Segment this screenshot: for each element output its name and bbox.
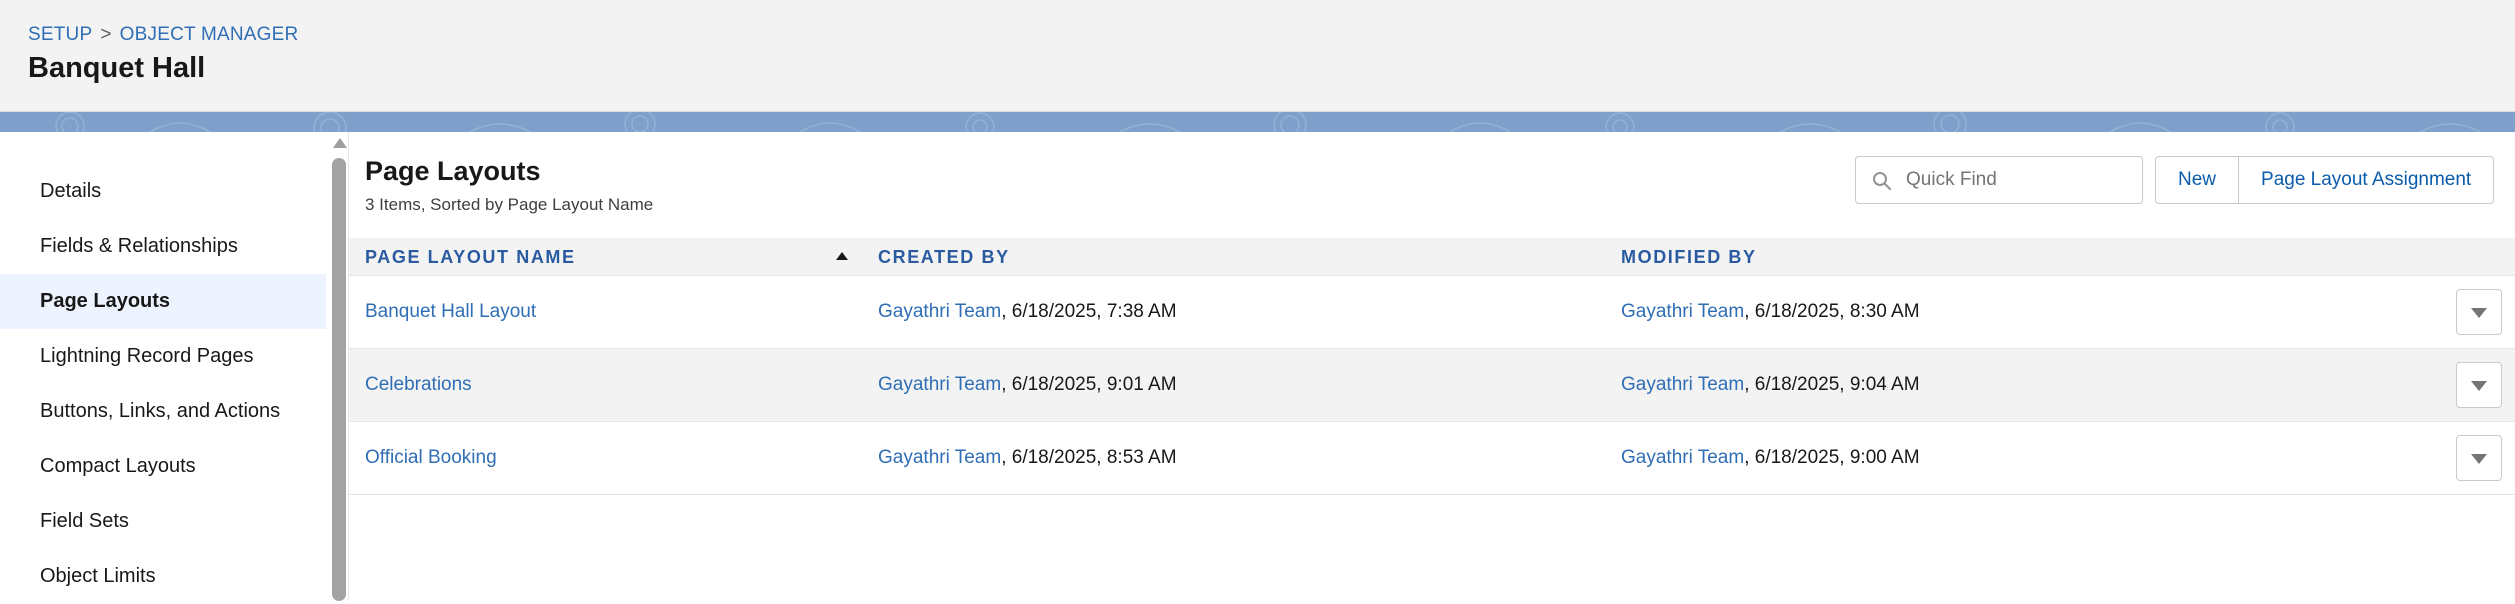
section-subtitle: 3 Items, Sorted by Page Layout Name (365, 195, 654, 214)
breadcrumb: SETUP > OBJECT MANAGER (28, 24, 298, 46)
sidebar-item-field-sets[interactable]: Field Sets (0, 494, 326, 549)
table-row: Banquet Hall Layout Gayathri Team, 6/18/… (349, 276, 2515, 349)
sidebar-list: Details Fields & Relationships Page Layo… (0, 164, 326, 604)
chevron-down-icon (2471, 381, 2487, 391)
row-actions-button[interactable] (2456, 362, 2502, 408)
page-layout-assignment-button[interactable]: Page Layout Assignment (2239, 156, 2495, 204)
modified-date: , 6/18/2025, 9:04 AM (1744, 374, 1920, 395)
breadcrumb-setup-link[interactable]: SETUP (28, 24, 92, 45)
sidebar-nav: Details Fields & Relationships Page Layo… (0, 132, 348, 601)
column-header-page-layout-name[interactable]: PAGE LAYOUT NAME (365, 238, 576, 276)
scroll-up-arrow-icon[interactable] (333, 138, 347, 148)
page-layout-name-link[interactable]: Banquet Hall Layout (365, 276, 536, 348)
created-by-user-link[interactable]: Gayathri Team (878, 447, 1001, 468)
chevron-down-icon (2471, 308, 2487, 318)
page-layout-name-link[interactable]: Official Booking (365, 422, 497, 494)
created-by-user-link[interactable]: Gayathri Team (878, 301, 1001, 322)
row-actions-button[interactable] (2456, 289, 2502, 335)
created-by-cell: Gayathri Team, 6/18/2025, 8:53 AM (878, 422, 1177, 494)
table-row: Celebrations Gayathri Team, 6/18/2025, 9… (349, 349, 2515, 422)
sidebar-item-lightning-record-pages[interactable]: Lightning Record Pages (0, 329, 326, 384)
column-header-modified-by[interactable]: MODIFIED BY (1621, 238, 1757, 276)
page-title: Banquet Hall (28, 52, 206, 84)
page-layout-name-link[interactable]: Celebrations (365, 349, 472, 421)
page-layouts-table: PAGE LAYOUT NAME CREATED BY MODIFIED BY … (349, 238, 2515, 495)
quick-find-input[interactable] (1904, 165, 2132, 195)
modified-by-user-link[interactable]: Gayathri Team (1621, 374, 1744, 395)
sidebar-item-page-layouts[interactable]: Page Layouts (0, 274, 326, 329)
created-date: , 6/18/2025, 8:53 AM (1001, 447, 1177, 468)
modified-date: , 6/18/2025, 9:00 AM (1744, 447, 1920, 468)
modified-by-user-link[interactable]: Gayathri Team (1621, 447, 1744, 468)
decorative-band (0, 112, 2515, 132)
table-row: Official Booking Gayathri Team, 6/18/202… (349, 422, 2515, 495)
modified-by-cell: Gayathri Team, 6/18/2025, 9:04 AM (1621, 349, 1920, 421)
sidebar-item-compact-layouts[interactable]: Compact Layouts (0, 439, 326, 494)
sidebar-item-object-limits[interactable]: Object Limits (0, 549, 326, 604)
breadcrumb-object-manager-link[interactable]: OBJECT MANAGER (120, 24, 299, 45)
action-button-group: New Page Layout Assignment (2155, 156, 2495, 204)
search-icon (1873, 172, 1891, 190)
scroll-thumb[interactable] (332, 158, 346, 601)
modified-by-cell: Gayathri Team, 6/18/2025, 9:00 AM (1621, 422, 1920, 494)
sidebar-scrollbar[interactable] (330, 132, 348, 601)
modified-by-cell: Gayathri Team, 6/18/2025, 8:30 AM (1621, 276, 1920, 348)
sidebar-item-details[interactable]: Details (0, 164, 326, 219)
sort-ascending-icon[interactable] (836, 252, 848, 260)
created-by-cell: Gayathri Team, 6/18/2025, 7:38 AM (878, 276, 1177, 348)
row-actions-button[interactable] (2456, 435, 2502, 481)
page-header: SETUP > OBJECT MANAGER Banquet Hall (0, 0, 2515, 112)
sidebar-item-fields-relationships[interactable]: Fields & Relationships (0, 219, 326, 274)
created-date: , 6/18/2025, 7:38 AM (1001, 301, 1177, 322)
created-by-user-link[interactable]: Gayathri Team (878, 374, 1001, 395)
created-date: , 6/18/2025, 9:01 AM (1001, 374, 1177, 395)
column-header-created-by[interactable]: CREATED BY (878, 238, 1010, 276)
chevron-down-icon (2471, 454, 2487, 464)
new-button[interactable]: New (2155, 156, 2240, 204)
band-pattern (55, 112, 2481, 132)
section-title: Page Layouts (365, 156, 541, 186)
quick-find-box[interactable] (1855, 156, 2143, 204)
modified-by-user-link[interactable]: Gayathri Team (1621, 301, 1744, 322)
created-by-cell: Gayathri Team, 6/18/2025, 9:01 AM (878, 349, 1177, 421)
modified-date: , 6/18/2025, 8:30 AM (1744, 301, 1920, 322)
table-header: PAGE LAYOUT NAME CREATED BY MODIFIED BY (349, 238, 2515, 276)
breadcrumb-separator: > (100, 24, 112, 45)
sidebar-item-buttons-links-actions[interactable]: Buttons, Links, and Actions (0, 384, 326, 439)
main-content: Page Layouts 3 Items, Sorted by Page Lay… (348, 132, 2515, 601)
